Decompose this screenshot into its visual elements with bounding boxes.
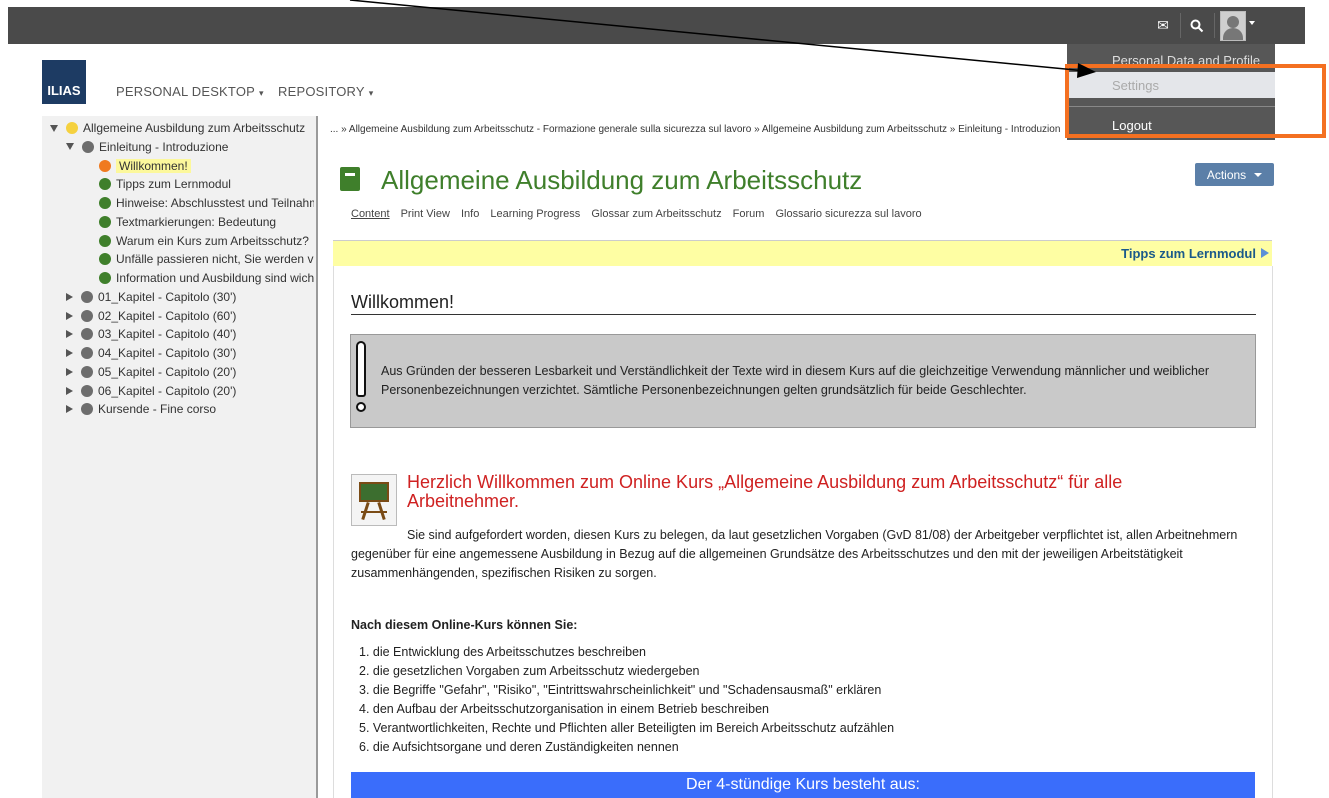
- annotation-arrow: [349, 0, 1096, 78]
